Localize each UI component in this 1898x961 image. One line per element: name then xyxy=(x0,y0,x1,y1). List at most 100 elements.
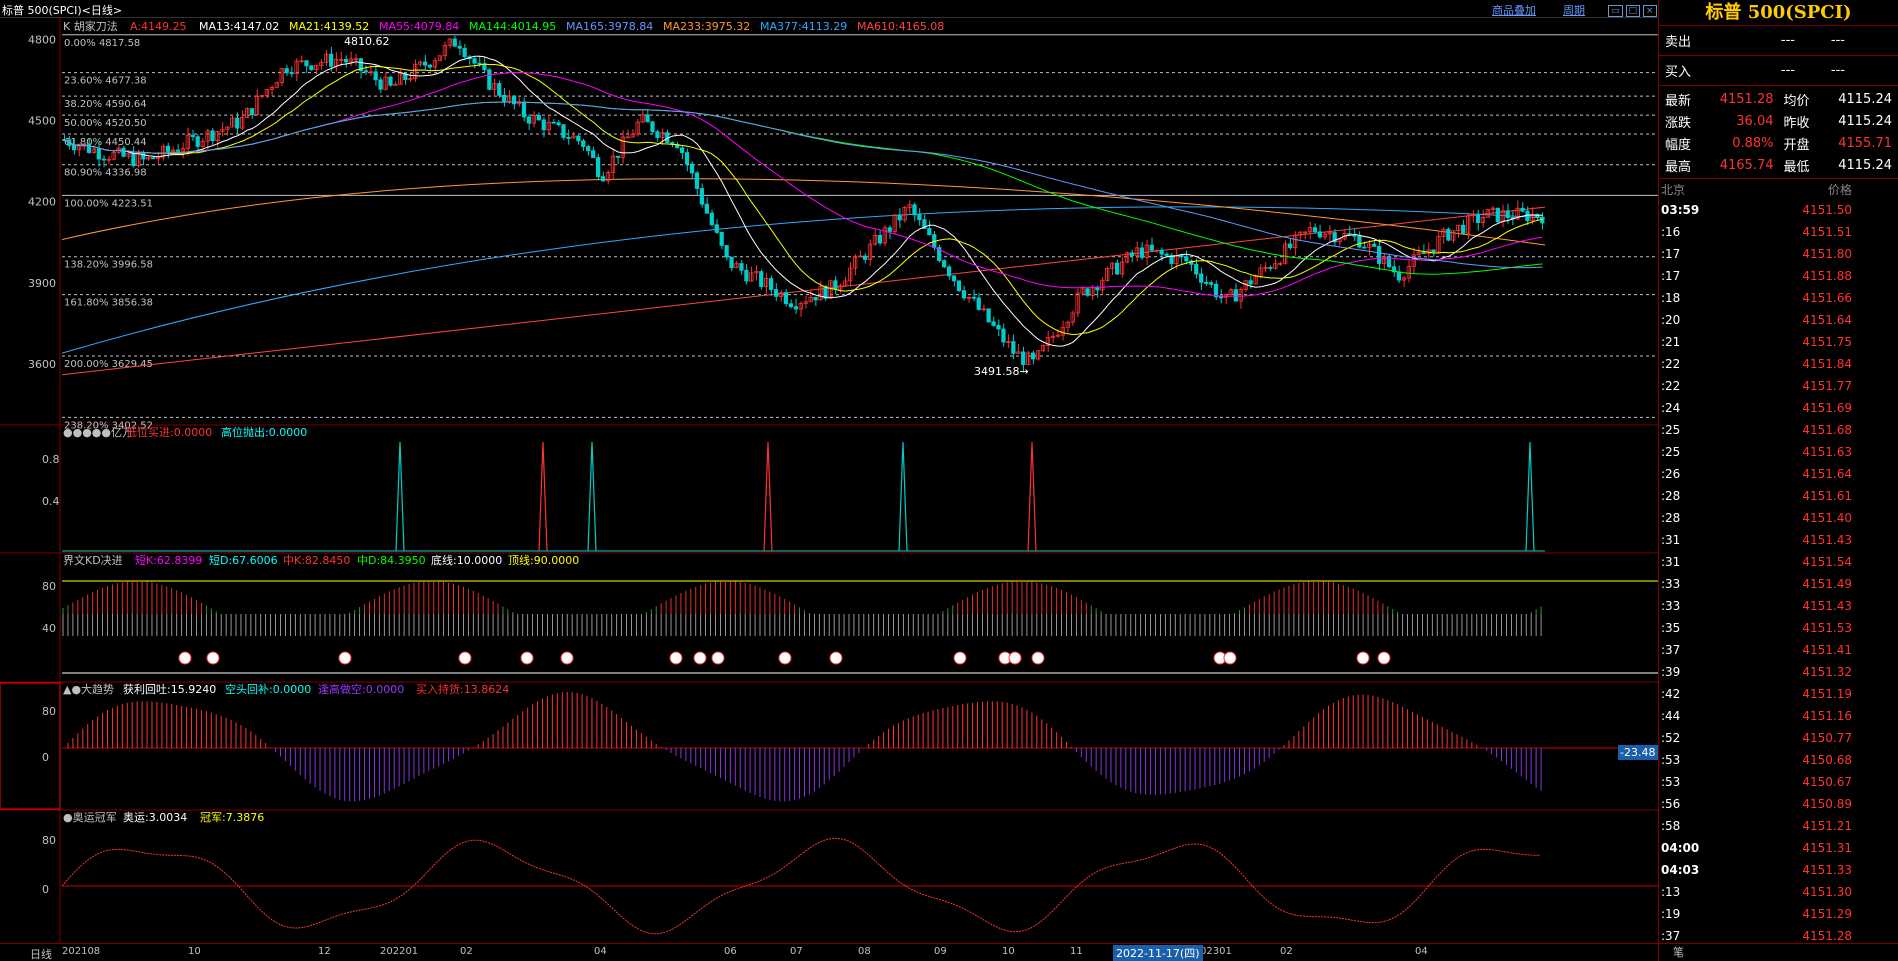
candle-body xyxy=(329,53,334,67)
x-label: 06 xyxy=(724,946,737,957)
tick-time: :18 xyxy=(1661,291,1681,305)
tick-price: 4151.19 xyxy=(1802,687,1852,701)
tick-time: 04:03 xyxy=(1661,863,1700,877)
x-label: 04 xyxy=(1415,946,1428,957)
quote-row: 最高 4165.74 最低 4115.24 xyxy=(1659,154,1898,176)
ma-line-165 xyxy=(64,101,1543,269)
candle-body xyxy=(101,158,106,161)
candle-body xyxy=(289,72,294,75)
ma-legend-item: MA13:4147.02 xyxy=(199,20,279,33)
candle-body xyxy=(744,269,749,282)
candles xyxy=(62,35,1545,373)
tick-list[interactable]: 03:59 4151.50:16 4151.51:17 4151.80:17 4… xyxy=(1659,199,1898,947)
fib-levels: 0.00% 4817.58 23.60% 4677.38 38.20% 4590.6… xyxy=(62,34,1658,431)
restore-icon[interactable]: ▭ xyxy=(1608,5,1623,17)
fib-label: 0.00% 4817.58 xyxy=(64,38,140,49)
tick-price: 4151.64 xyxy=(1802,467,1852,481)
period-mode[interactable]: 日线 xyxy=(30,946,52,961)
ma-legend: A:4149.25 MA13:4147.02 MA21:4139.52 MA55:40… xyxy=(130,20,944,33)
quote-label: 幅度 xyxy=(1665,137,1692,153)
ticks-header-time: 北京 xyxy=(1661,182,1686,197)
tick-price: 4151.32 xyxy=(1802,665,1852,679)
active-panel-marker xyxy=(0,682,61,810)
candle-body xyxy=(452,38,457,47)
candle-body xyxy=(388,76,393,86)
candle-body xyxy=(378,79,383,90)
p5-ytick: 80 xyxy=(42,834,56,847)
candle-body xyxy=(739,263,744,271)
chart-area[interactable]: 0.00% 4817.58 23.60% 4677.38 38.20% 4590.6… xyxy=(0,18,1658,943)
p2-high-sell: 高位抛出:0.0000 xyxy=(221,425,307,439)
candle-body xyxy=(1208,282,1214,285)
tick-price: 4151.51 xyxy=(1802,225,1852,239)
main-ytick: 4800 xyxy=(28,34,56,47)
tick-time: :28 xyxy=(1661,489,1681,503)
tick-time: :53 xyxy=(1661,753,1681,767)
p3-short-k: 短K:62.8399 xyxy=(135,553,202,567)
kline-chart[interactable]: 0.00% 4817.58 23.60% 4677.38 38.20% 4590.6… xyxy=(0,18,1658,943)
x-label: 202201 xyxy=(380,946,419,957)
ma-legend-item: MA144:4014.95 xyxy=(469,20,556,33)
candle-body xyxy=(1421,252,1426,255)
candle-body xyxy=(1021,351,1026,365)
tick-row: :39 4151.32 xyxy=(1659,661,1898,683)
maximize-icon[interactable]: □ xyxy=(1625,5,1641,17)
p5-ao: 奥运:3.0034 xyxy=(123,810,187,824)
smiley-icon xyxy=(1356,651,1370,665)
tick-row: :17 4151.88 xyxy=(1659,265,1898,287)
tick-time: 04:00 xyxy=(1661,841,1700,855)
tick-row: :17 4151.80 xyxy=(1659,243,1898,265)
ticks-footer[interactable]: 笔 xyxy=(1659,943,1898,961)
tick-row: :44 4151.16 xyxy=(1659,705,1898,727)
candle-body xyxy=(645,114,650,123)
tick-row: 04:00 4151.31 xyxy=(1659,837,1898,859)
p4-buy-hold: 买入持货:13.8624 xyxy=(416,682,509,696)
signal-spike xyxy=(898,441,908,552)
x-label: 10 xyxy=(1002,946,1015,957)
candle-body xyxy=(684,152,690,165)
buy-price: --- xyxy=(1780,63,1795,78)
candle-body xyxy=(462,47,467,58)
quote-label: 最低 xyxy=(1783,159,1810,175)
main-ytick: 3900 xyxy=(28,277,56,290)
candle-body xyxy=(1248,280,1253,285)
ma-legend-item: MA233:3975.32 xyxy=(663,20,750,33)
candle-body xyxy=(946,266,952,277)
candle-body xyxy=(1505,210,1510,218)
candle-body xyxy=(1204,282,1209,284)
tick-row: :28 4151.40 xyxy=(1659,507,1898,529)
tick-row: :22 4151.84 xyxy=(1659,353,1898,375)
candle-body xyxy=(1011,341,1016,354)
quote-value: 4155.71 xyxy=(1838,135,1892,151)
candle-body xyxy=(1495,207,1500,223)
candle-body xyxy=(581,140,586,147)
tick-row: 03:59 4151.50 xyxy=(1659,199,1898,221)
candle-body xyxy=(1179,254,1184,258)
fib-label: 200.00% 3629.45 xyxy=(64,359,153,370)
candle-body xyxy=(1199,273,1204,283)
p4-value-tag: -23.48 xyxy=(1620,746,1655,759)
smiley-icon xyxy=(560,651,574,665)
close-icon[interactable]: × xyxy=(1643,5,1657,17)
sell-price: --- xyxy=(1780,33,1795,48)
low-price-label: 3491.58→ xyxy=(974,365,1029,378)
smiley-icon xyxy=(1223,651,1237,665)
period-link[interactable]: 周期 xyxy=(1563,2,1585,18)
tick-row: :26 4151.64 xyxy=(1659,463,1898,485)
candle-body xyxy=(1357,235,1362,248)
signal-spike xyxy=(538,441,548,552)
tick-row: :24 4151.69 xyxy=(1659,397,1898,419)
smiley-icon xyxy=(520,651,534,665)
candle-body xyxy=(96,148,101,160)
buy-label: 买入 xyxy=(1665,65,1692,80)
tick-price: 4151.53 xyxy=(1802,621,1852,635)
tick-row: :19 4151.29 xyxy=(1659,903,1898,925)
candle-body xyxy=(304,60,309,67)
tick-time: :21 xyxy=(1661,335,1681,349)
candle-body xyxy=(175,149,181,152)
goods-overlay-link[interactable]: 商品叠加 xyxy=(1492,2,1536,18)
candle-body xyxy=(151,157,156,160)
p3-mid-k: 中K:82.8450 xyxy=(283,554,350,567)
candle-body xyxy=(768,278,774,290)
candle-body xyxy=(497,83,502,96)
